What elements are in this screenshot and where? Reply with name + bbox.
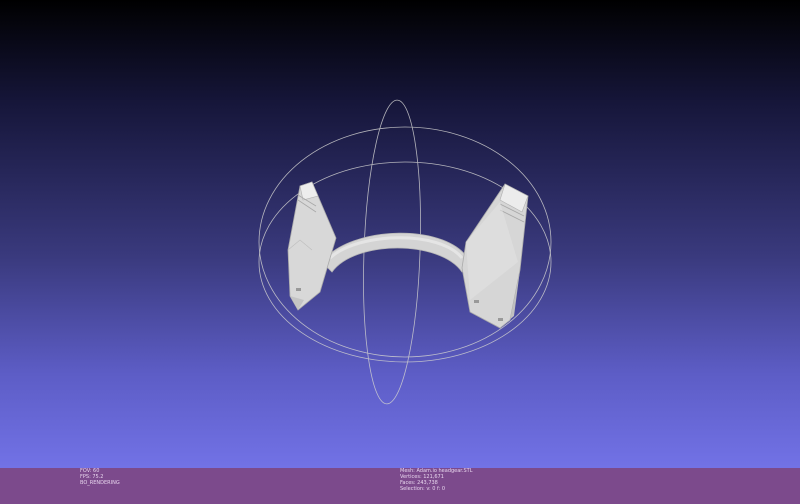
mesh-headgear xyxy=(287,181,529,329)
mesh-info: Mesh: Adam.io headgear.STL Vertices: 121… xyxy=(400,468,473,492)
3d-viewport[interactable] xyxy=(0,0,800,468)
scene-canvas xyxy=(258,99,552,405)
status-bar: FOV: 60 FPS: 75.2 BO_RENDERING Mesh: Ada… xyxy=(0,468,800,504)
rendering-mode-label: BO_RENDERING xyxy=(80,480,120,486)
selection-label: Selection: v: 0 f: 0 xyxy=(400,486,446,492)
trackball-ring-vertical[interactable] xyxy=(359,99,426,405)
render-info: FOV: 60 FPS: 75.2 BO_RENDERING xyxy=(80,468,120,486)
